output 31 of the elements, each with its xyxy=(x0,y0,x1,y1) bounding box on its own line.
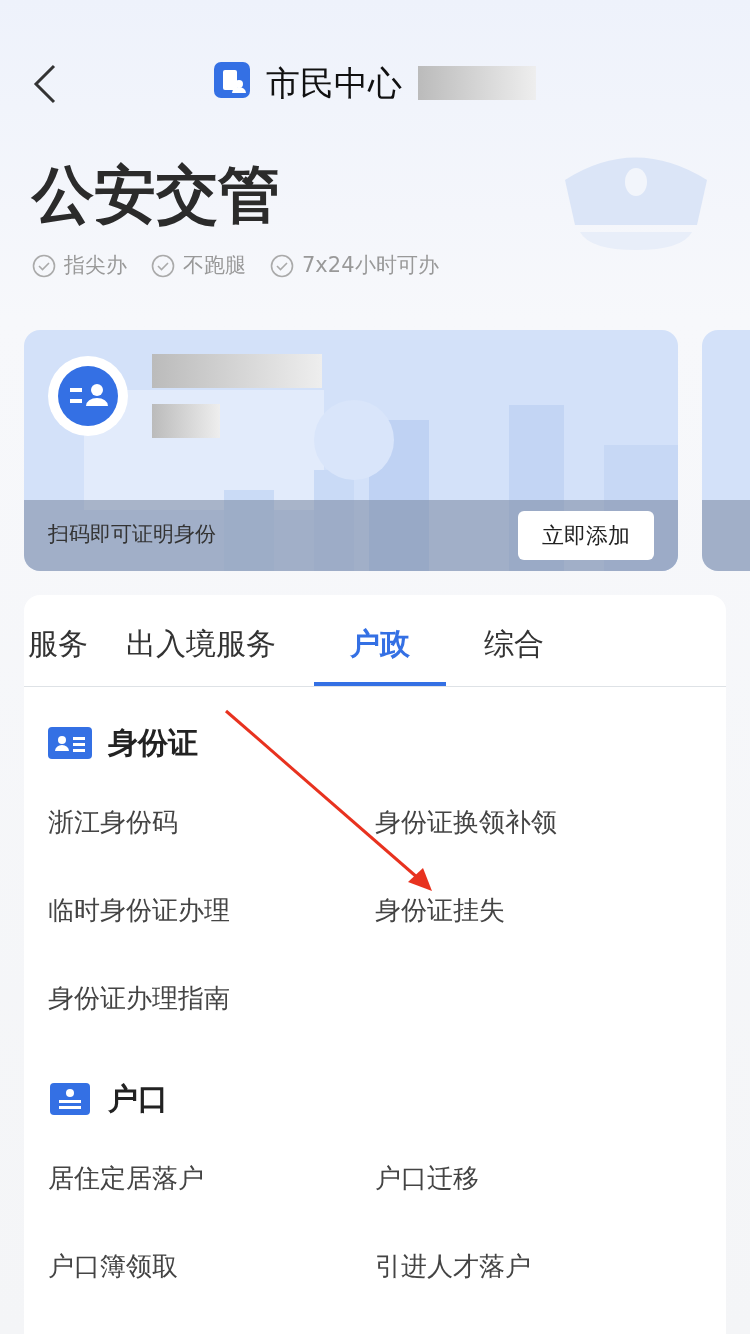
service-link[interactable]: 身份证办理指南 xyxy=(48,954,375,1043)
tab[interactable]: 出入境服务 xyxy=(126,598,276,686)
feature-label: 不跑腿 xyxy=(183,252,246,279)
document-icon xyxy=(48,1082,92,1115)
service-link[interactable]: 身份证挂失 xyxy=(375,866,702,955)
service-link[interactable]: 临时身份证办理 xyxy=(48,866,375,955)
feature-label: 指尖办 xyxy=(64,252,127,279)
tab[interactable]: 综合 xyxy=(484,598,544,686)
add-button[interactable]: 立即添加 xyxy=(518,510,654,560)
service-link[interactable]: 居住定居落户 xyxy=(48,1134,375,1223)
id-card-icon xyxy=(48,726,92,759)
id-card-icon xyxy=(48,355,128,436)
document-icon xyxy=(214,62,250,98)
page-title: 公安交管 xyxy=(32,164,280,226)
tab[interactable]: 服务 xyxy=(28,598,88,686)
check-icon xyxy=(151,253,175,278)
service-link[interactable]: 身份证换领补领 xyxy=(375,778,702,867)
check-icon xyxy=(32,253,56,278)
tab[interactable]: 户政 xyxy=(314,598,446,686)
service-link[interactable]: 户口簿领取 xyxy=(48,1222,375,1311)
id-card[interactable]: 扫码即可证明身份 立即添加 xyxy=(24,329,678,571)
blurred-text xyxy=(152,403,220,438)
feature-label: 7x24小时可办 xyxy=(302,252,439,279)
service-link[interactable]: 户口迁移 xyxy=(375,1134,702,1223)
service-link[interactable]: 引进人才落户 xyxy=(375,1222,702,1311)
card-caption: 扫码即可证明身份 xyxy=(48,521,216,549)
check-icon xyxy=(270,253,294,278)
section-title: 身份证 xyxy=(108,724,198,762)
section-title: 户口 xyxy=(108,1080,168,1118)
service-link[interactable]: 浙江身份码 xyxy=(48,778,375,867)
header-title: 市民中心 xyxy=(266,62,402,105)
